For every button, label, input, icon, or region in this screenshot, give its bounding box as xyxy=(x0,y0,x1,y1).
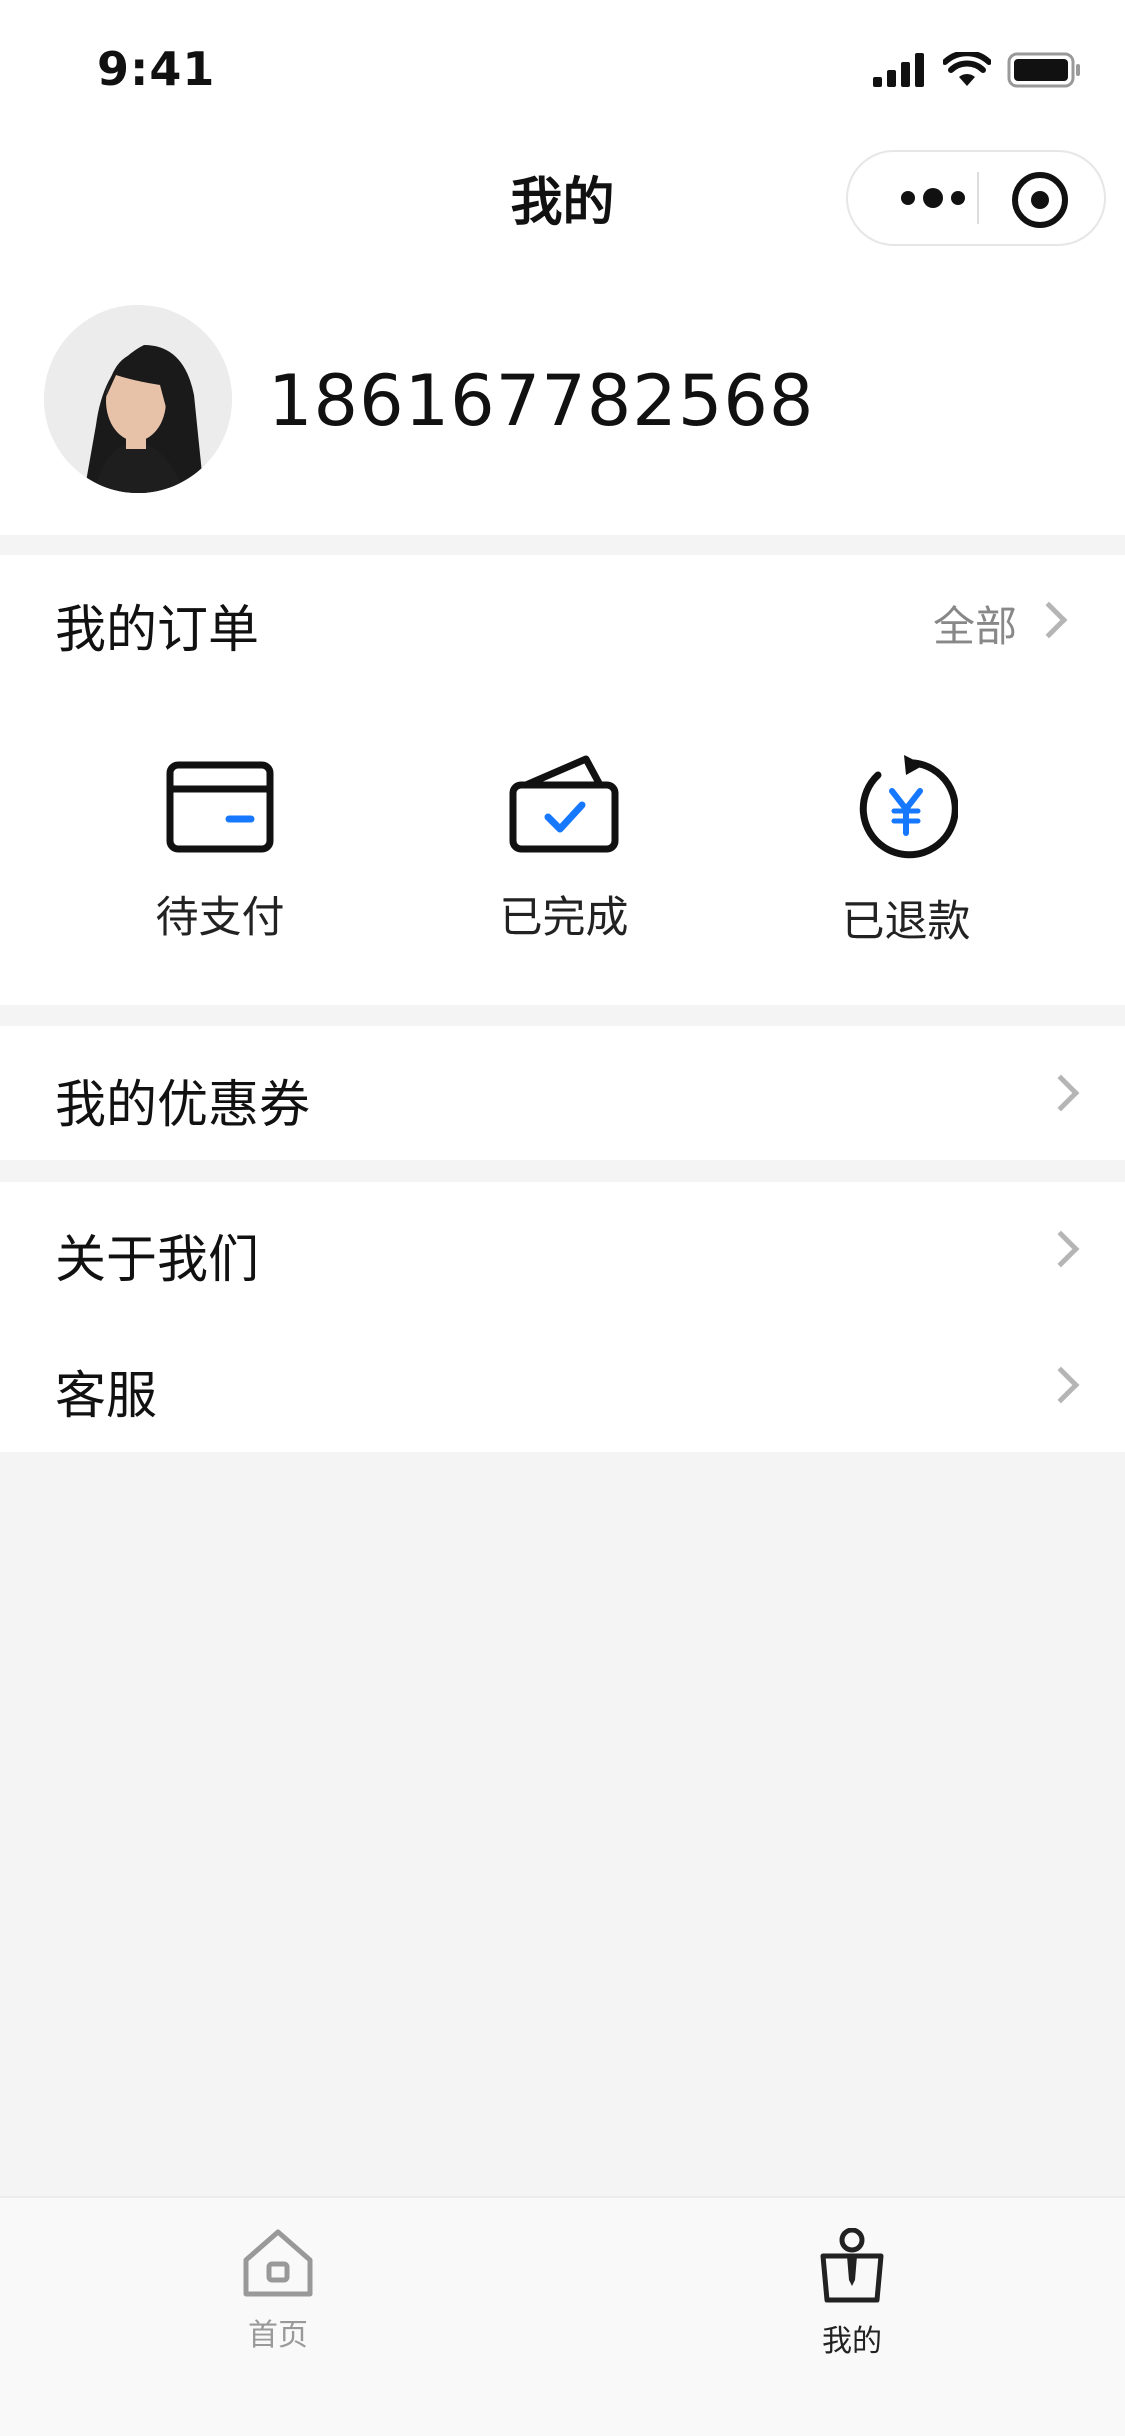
avatar[interactable] xyxy=(44,305,232,493)
orders-all-link[interactable]: 全部 xyxy=(933,593,1017,654)
signal-icon xyxy=(873,53,924,87)
coupons-label: 我的优惠券 xyxy=(55,1076,311,1135)
wifi-icon xyxy=(943,52,991,86)
tab-home-label: 首页 xyxy=(248,2318,308,2353)
order-refunded[interactable]: 已退款 xyxy=(776,755,1036,949)
order-pending[interactable]: 待支付 xyxy=(90,755,350,945)
user-bag-icon xyxy=(820,2227,884,2303)
orders-title: 我的订单 xyxy=(55,601,260,660)
card-icon xyxy=(166,761,274,853)
order-pending-label: 待支付 xyxy=(155,893,285,943)
user-phone: 186167782568 xyxy=(268,360,815,442)
capsule-divider xyxy=(977,172,979,224)
service-label[interactable]: 客服 xyxy=(55,1354,157,1428)
screen: 9:41 我的 186167782568 我的订单 全部 待支付 已完成 已退款… xyxy=(0,0,1125,2436)
wallet-check-icon xyxy=(509,755,619,853)
tab-home[interactable]: 首页 xyxy=(178,2228,378,2354)
about-label[interactable]: 关于我们 xyxy=(55,1218,259,1292)
tab-mine[interactable]: 我的 xyxy=(752,2227,952,2360)
more-icon[interactable] xyxy=(888,152,978,244)
avatar-image xyxy=(44,305,232,493)
tab-mine-label: 我的 xyxy=(822,2324,882,2359)
order-completed-label: 已完成 xyxy=(499,893,629,943)
miniprogram-capsule xyxy=(846,150,1106,246)
tab-bar: 首页 我的 xyxy=(0,2196,1125,2436)
status-icons xyxy=(873,50,1081,90)
home-icon xyxy=(243,2229,313,2297)
order-completed[interactable]: 已完成 xyxy=(434,755,694,945)
battery-icon xyxy=(1007,52,1080,88)
refund-yuan-icon xyxy=(859,755,958,859)
status-time: 9:41 xyxy=(97,42,216,96)
close-target-icon[interactable] xyxy=(1012,172,1068,228)
order-refunded-label: 已退款 xyxy=(841,897,971,947)
